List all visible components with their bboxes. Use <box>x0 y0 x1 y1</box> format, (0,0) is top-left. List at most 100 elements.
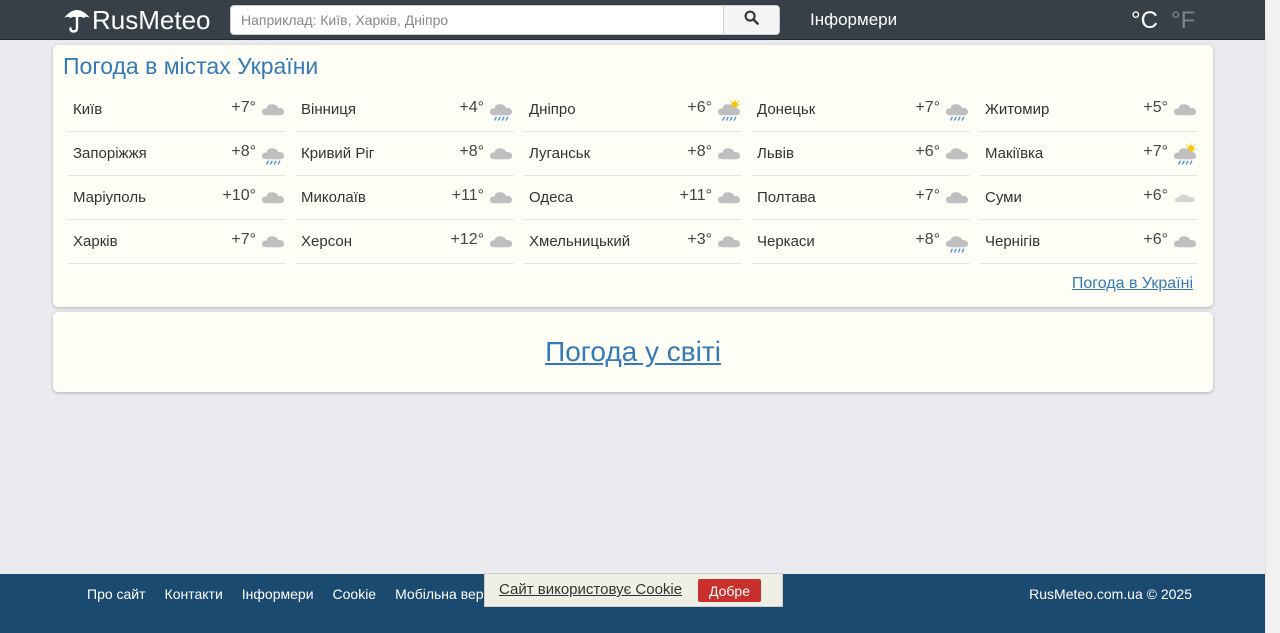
city-name: Маріуполь <box>73 189 146 206</box>
fahrenheit-toggle[interactable]: °F <box>1171 7 1195 35</box>
city-name: Вінниця <box>301 101 356 118</box>
city-weather-item[interactable]: Херсон +12° <box>296 220 514 264</box>
cloud-icon <box>944 187 970 209</box>
city-temperature: +6° <box>687 98 712 116</box>
copyright: RusMeteo.com.ua © 2025 <box>1029 586 1192 602</box>
city-temperature: +4° <box>459 98 484 116</box>
city-name: Хмельницький <box>529 233 631 250</box>
city-name: Донецьк <box>757 101 816 118</box>
city-weather-item[interactable]: Кривий Ріг +8° <box>296 132 514 176</box>
city-temperature: +8° <box>459 142 484 160</box>
city-name: Дніпро <box>529 101 576 118</box>
city-weather-item[interactable]: Житомир +5° <box>980 88 1198 132</box>
city-name: Полтава <box>757 189 816 206</box>
city-name: Суми <box>985 189 1022 206</box>
search-icon <box>744 10 759 30</box>
footer-nav: Про сайт Контакти Інформери Cookie Мобіл… <box>87 586 501 602</box>
ukraine-cities-panel: Погода в містах України Київ +7° Вінниця +4… <box>53 45 1213 307</box>
city-temperature: +5° <box>1143 98 1168 116</box>
city-weather-item[interactable]: Луганськ +8° <box>524 132 742 176</box>
city-temperature: +11° <box>451 186 484 204</box>
city-temperature: +3° <box>687 230 712 248</box>
city-weather-item[interactable]: Дніпро +6° <box>524 88 742 132</box>
city-name: Житомир <box>985 101 1050 118</box>
cookie-accept-button[interactable]: Добре <box>698 579 761 602</box>
world-weather-link[interactable]: Погода у світі <box>53 336 1213 368</box>
cloud-icon <box>260 231 286 253</box>
city-temperature: +7° <box>915 186 940 204</box>
city-name: Кривий Ріг <box>301 145 375 162</box>
footer-link-about[interactable]: Про сайт <box>87 586 146 602</box>
panel-title: Погода в містах України <box>63 53 319 79</box>
city-temperature: +11° <box>679 186 712 204</box>
city-temperature: +8° <box>915 230 940 248</box>
sun-rain-cloud-icon <box>1172 142 1198 165</box>
city-temperature: +6° <box>1143 230 1168 248</box>
city-weather-item[interactable]: Чернігів +6° <box>980 220 1198 264</box>
cloud-icon <box>488 187 514 209</box>
footer-link-contacts[interactable]: Контакти <box>165 586 223 602</box>
rain-cloud-icon <box>488 99 514 121</box>
search-input[interactable] <box>230 5 724 35</box>
rain-cloud-icon <box>944 231 970 253</box>
city-name: Чернігів <box>985 233 1041 250</box>
cloud-icon <box>260 99 286 121</box>
city-weather-item[interactable]: Черкаси +8° <box>752 220 970 264</box>
city-temperature: +6° <box>915 142 940 160</box>
search-button[interactable] <box>723 5 780 35</box>
city-temperature: +7° <box>231 98 256 116</box>
cloud-icon <box>1172 99 1198 121</box>
city-name: Запоріжжя <box>73 145 147 162</box>
city-temperature: +8° <box>231 142 256 160</box>
cookie-notice-text[interactable]: Сайт використовує Cookie <box>499 581 682 598</box>
city-weather-item[interactable]: Львів +6° <box>752 132 970 176</box>
footer-link-informers[interactable]: Інформери <box>242 586 314 602</box>
footer-link-cookie[interactable]: Cookie <box>333 586 377 602</box>
cookie-notice: Сайт використовує Cookie Добре <box>484 573 783 607</box>
city-temperature: +7° <box>231 230 256 248</box>
site-logo[interactable]: RusMeteo <box>62 4 211 36</box>
city-name: Одеса <box>529 189 574 206</box>
city-weather-item[interactable]: Миколаїв +11° <box>296 176 514 220</box>
city-weather-item[interactable]: Донецьк +7° <box>752 88 970 132</box>
city-weather-item[interactable]: Суми +6° <box>980 176 1198 220</box>
nav-informers-link[interactable]: Інформери <box>810 10 897 30</box>
city-name: Черкаси <box>757 233 815 250</box>
cloud-icon <box>488 231 514 253</box>
vertical-scrollbar[interactable] <box>1265 0 1280 633</box>
cloud-icon <box>716 143 742 165</box>
city-name: Херсон <box>301 233 352 250</box>
city-weather-item[interactable]: Макіївка +7° <box>980 132 1198 176</box>
city-temperature: +12° <box>450 230 484 248</box>
cloud-icon <box>488 143 514 165</box>
city-name: Миколаїв <box>301 189 366 206</box>
celsius-toggle[interactable]: °C <box>1131 7 1158 35</box>
light-cloud-icon <box>1172 187 1198 209</box>
city-weather-item[interactable]: Вінниця +4° <box>296 88 514 132</box>
city-temperature: +10° <box>222 186 256 204</box>
rain-cloud-icon <box>260 143 286 165</box>
cloud-icon <box>1172 231 1198 253</box>
rain-cloud-icon <box>944 99 970 121</box>
world-weather-panel: Погода у світі <box>53 312 1213 392</box>
ukraine-weather-link[interactable]: Погода в Україні <box>1072 275 1193 293</box>
city-temperature: +6° <box>1143 186 1168 204</box>
city-name: Макіївка <box>985 145 1044 162</box>
city-weather-item[interactable]: Запоріжжя +8° <box>68 132 286 176</box>
city-temperature: +7° <box>1143 142 1168 160</box>
city-grid: Київ +7° Вінниця +4° Дніпро +6° Донецьк +7° Жито… <box>68 88 1198 264</box>
city-weather-item[interactable]: Одеса +11° <box>524 176 742 220</box>
cloud-icon <box>944 143 970 165</box>
city-weather-item[interactable]: Полтава +7° <box>752 176 970 220</box>
cloud-icon <box>260 187 286 209</box>
city-weather-item[interactable]: Харків +7° <box>68 220 286 264</box>
city-weather-item[interactable]: Хмельницький +3° <box>524 220 742 264</box>
city-weather-item[interactable]: Київ +7° <box>68 88 286 132</box>
umbrella-icon <box>62 3 92 38</box>
cloud-icon <box>716 187 742 209</box>
city-weather-item[interactable]: Маріуполь +10° <box>68 176 286 220</box>
city-name: Луганськ <box>529 145 591 162</box>
cloud-icon <box>716 231 742 253</box>
logo-text: RusMeteo <box>92 4 211 35</box>
city-name: Київ <box>73 101 103 118</box>
